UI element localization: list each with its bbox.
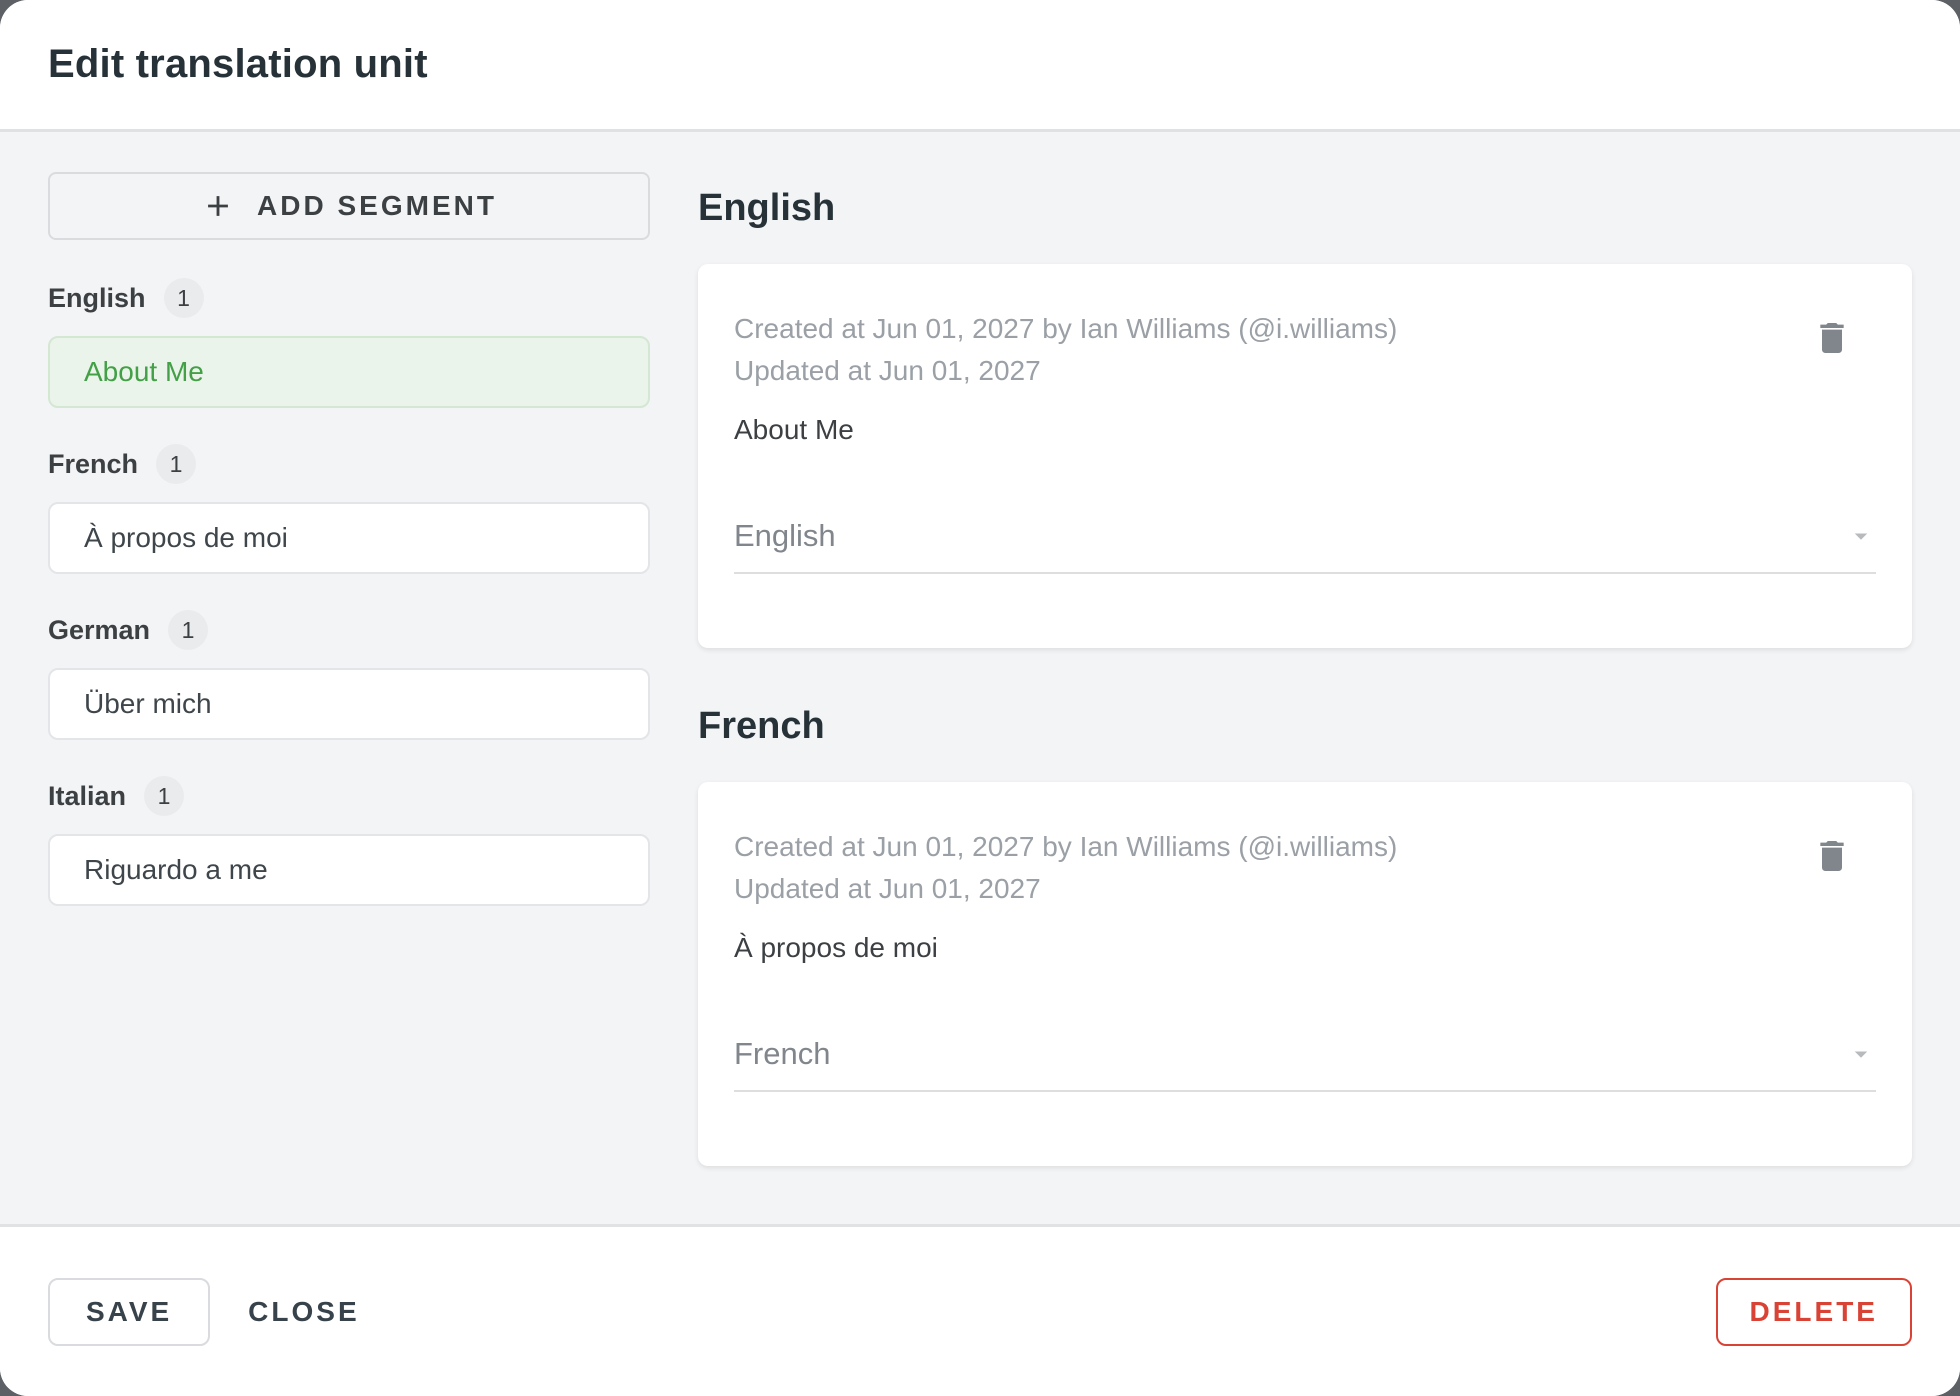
updated-line: Updated at Jun 01, 2027 — [734, 355, 1041, 386]
delete-segment-button[interactable] — [1812, 836, 1852, 876]
segment-item-french[interactable]: À propos de moi — [48, 502, 650, 574]
language-select-french[interactable]: French — [734, 1032, 1876, 1092]
dialog-body: ADD SEGMENT English 1 About Me French 1 … — [0, 132, 1960, 1224]
segment-meta: Created at Jun 01, 2027 by Ian Williams … — [734, 826, 1812, 910]
language-group-header-french: French 1 — [48, 444, 650, 484]
save-button[interactable]: SAVE — [48, 1277, 211, 1346]
segment-card-english: Created at Jun 01, 2027 by Ian Williams … — [698, 264, 1912, 648]
trash-icon — [1812, 318, 1852, 358]
section-heading-french: French — [698, 705, 825, 747]
updated-line: Updated at Jun 01, 2027 — [734, 873, 1041, 904]
language-label: English — [48, 282, 146, 313]
add-segment-label: ADD SEGMENT — [257, 190, 497, 221]
language-group-header-german: German 1 — [48, 610, 650, 650]
dialog-header: Edit translation unit — [0, 0, 1960, 132]
segment-count-badge: 1 — [156, 444, 197, 484]
section-heading-english: English — [698, 187, 836, 229]
delete-button[interactable]: DELETE — [1715, 1277, 1912, 1346]
card-top-row: Created at Jun 01, 2027 by Ian Williams … — [734, 826, 1876, 910]
trash-icon — [1812, 836, 1852, 876]
language-group-header-italian: Italian 1 — [48, 776, 650, 816]
segment-item-label: Über mich — [84, 688, 212, 719]
language-label: German — [48, 614, 151, 645]
language-label: French — [48, 448, 139, 479]
card-top-row: Created at Jun 01, 2027 by Ian Williams … — [734, 308, 1876, 392]
segment-item-italian[interactable]: Riguardo a me — [48, 834, 650, 906]
segment-text: À propos de moi — [734, 932, 938, 963]
close-button[interactable]: CLOSE — [214, 1278, 393, 1346]
language-group-header-english: English 1 — [48, 278, 650, 318]
language-select-value: English — [734, 518, 836, 553]
segment-detail-panel: English Created at Jun 01, 2027 by Ian W… — [698, 172, 1912, 1224]
created-line: Created at Jun 01, 2027 by Ian Williams … — [734, 313, 1398, 344]
segment-item-english[interactable]: About Me — [48, 336, 650, 408]
segment-count-badge: 1 — [144, 776, 185, 816]
language-label: Italian — [48, 780, 127, 811]
add-segment-button[interactable]: ADD SEGMENT — [48, 172, 650, 240]
language-select-value: French — [734, 1036, 831, 1071]
created-line: Created at Jun 01, 2027 by Ian Williams … — [734, 831, 1398, 862]
segment-meta: Created at Jun 01, 2027 by Ian Williams … — [734, 308, 1812, 392]
language-select-english[interactable]: English — [734, 514, 1876, 574]
dialog-title: Edit translation unit — [48, 42, 428, 86]
segment-item-label: About Me — [84, 356, 204, 387]
card-padding — [734, 1092, 1876, 1166]
plus-icon — [201, 189, 235, 223]
segment-count-badge: 1 — [163, 278, 204, 318]
segment-card-french: Created at Jun 01, 2027 by Ian Williams … — [698, 782, 1912, 1166]
segment-item-label: Riguardo a me — [84, 854, 268, 885]
card-padding — [734, 574, 1876, 648]
caret-down-icon — [1846, 1039, 1876, 1069]
segment-text: About Me — [734, 414, 854, 445]
edit-translation-unit-dialog: Edit translation unit ADD SEGMENT Englis… — [0, 0, 1960, 1396]
delete-segment-button[interactable] — [1812, 318, 1852, 358]
segment-item-label: À propos de moi — [84, 522, 288, 553]
dialog-footer: SAVE CLOSE DELETE — [0, 1224, 1960, 1396]
segment-count-badge: 1 — [168, 610, 209, 650]
segments-sidebar: ADD SEGMENT English 1 About Me French 1 … — [48, 172, 650, 1224]
segment-item-german[interactable]: Über mich — [48, 668, 650, 740]
caret-down-icon — [1846, 521, 1876, 551]
